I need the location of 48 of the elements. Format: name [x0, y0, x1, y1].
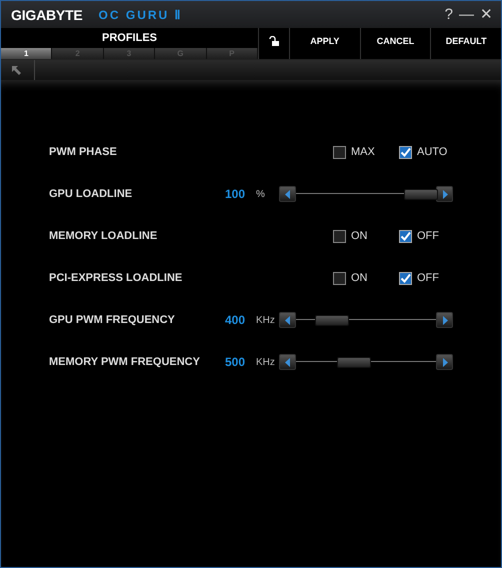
value-text: 500 — [224, 355, 245, 369]
window-title: OC GURU Ⅱ — [98, 8, 183, 22]
setting-label: MEMORY PWM FREQUENCY — [49, 356, 201, 368]
setting-label: PWM PHASE — [49, 146, 118, 158]
checkbox[interactable] — [333, 146, 346, 158]
right-arrow-button[interactable] — [436, 312, 453, 328]
checkbox-label: ON — [351, 230, 368, 242]
minimize-button[interactable]: — — [459, 6, 474, 24]
value-text: 100 — [224, 187, 245, 201]
value-text: 400 — [224, 313, 245, 327]
right-triangle-icon — [442, 190, 448, 198]
unit-label: KHz — [256, 314, 276, 326]
left-triangle-icon — [284, 316, 290, 324]
checkbox-label: MAX — [351, 146, 375, 158]
checkbox-label: OFF — [417, 230, 439, 242]
slider-thumb[interactable] — [404, 189, 438, 200]
checkbox-label: AUTO — [417, 146, 448, 158]
checkbox[interactable] — [333, 230, 346, 242]
setting-label: GPU LOADLINE — [49, 188, 134, 200]
brand-logo: GIGABYTE — [11, 6, 83, 22]
checkbox[interactable] — [399, 230, 412, 242]
right-arrow-button[interactable] — [436, 186, 453, 202]
unit-label: % — [256, 188, 266, 200]
arrow-icon — [11, 64, 22, 76]
left-arrow-button[interactable] — [279, 186, 296, 202]
slider-thumb[interactable] — [315, 315, 350, 326]
right-triangle-icon — [442, 358, 448, 366]
right-arrow-button[interactable] — [436, 354, 453, 370]
checkbox[interactable] — [333, 272, 346, 284]
left-arrow-button[interactable] — [279, 312, 296, 328]
unit-label: KHz — [256, 356, 276, 368]
setting-label: GPU PWM FREQUENCY — [49, 314, 176, 326]
left-triangle-icon — [284, 190, 290, 198]
profile-tab[interactable]: 1 — [1, 48, 52, 59]
setting-label: MEMORY LOADLINE — [49, 230, 158, 242]
right-triangle-icon — [442, 316, 448, 324]
checkbox-label: OFF — [417, 272, 439, 284]
help-button[interactable]: ? — [444, 6, 453, 24]
profiles-label: PROFILES — [100, 32, 158, 44]
checkbox-label: ON — [351, 272, 368, 284]
padlock-icon — [269, 36, 279, 46]
checkbox[interactable] — [399, 146, 412, 158]
slider-thumb[interactable] — [337, 357, 372, 368]
left-arrow-button[interactable] — [279, 354, 296, 370]
checkbox[interactable] — [399, 272, 412, 284]
close-button[interactable]: ✕ — [480, 6, 493, 24]
left-triangle-icon — [284, 358, 290, 366]
setting-label: PCI-EXPRESS LOADLINE — [49, 272, 184, 284]
